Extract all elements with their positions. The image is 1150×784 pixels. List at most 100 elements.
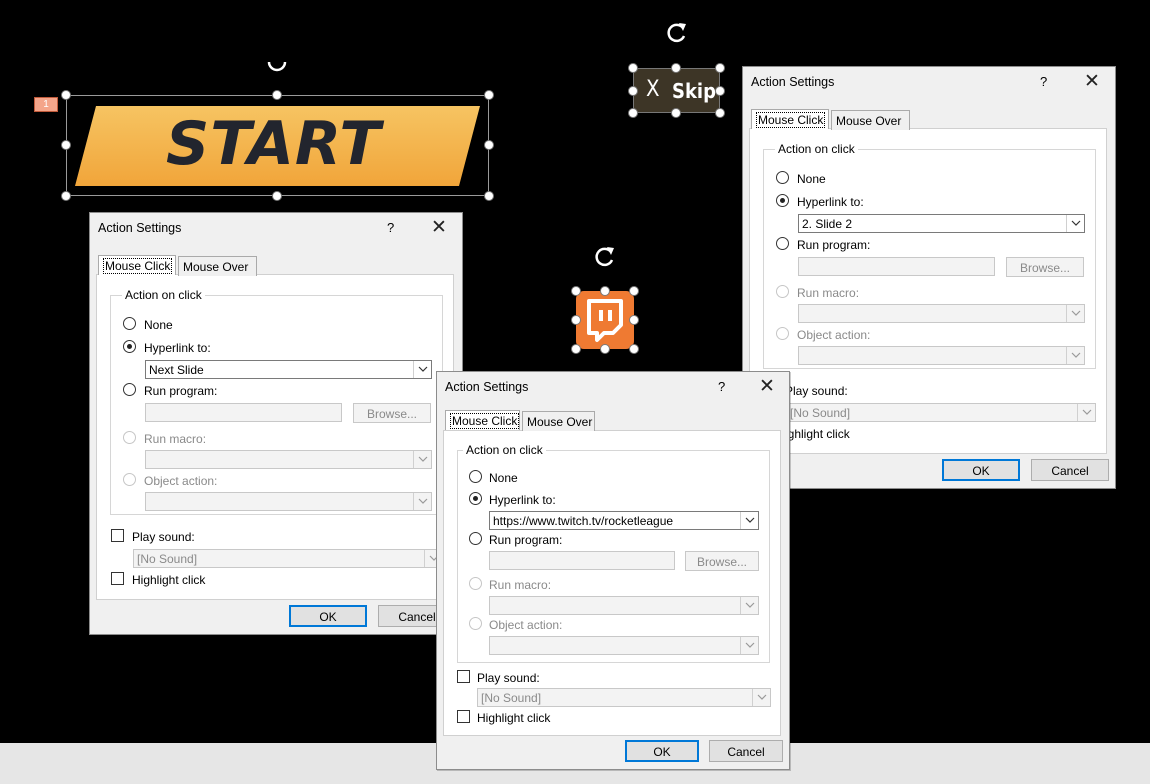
macro-select[interactable] — [489, 596, 759, 615]
resize-handle[interactable] — [272, 90, 282, 100]
help-button[interactable]: ? — [387, 220, 394, 235]
rotate-handle-icon[interactable] — [592, 244, 618, 270]
chevron-down-icon[interactable] — [740, 597, 758, 614]
hyperlink-select[interactable]: Next Slide — [145, 360, 432, 379]
ok-button[interactable]: OK — [289, 605, 367, 627]
tab-mouse-click[interactable]: Mouse Click — [751, 109, 829, 129]
resize-handle[interactable] — [671, 63, 681, 73]
chevron-down-icon[interactable] — [1066, 347, 1084, 364]
resize-handle[interactable] — [629, 344, 639, 354]
program-path-input[interactable] — [145, 403, 342, 422]
sound-select[interactable]: [No Sound] — [786, 403, 1096, 422]
tab-mouse-over[interactable]: Mouse Over — [522, 411, 595, 431]
resize-handle[interactable] — [600, 344, 610, 354]
resize-handle[interactable] — [715, 63, 725, 73]
sound-select[interactable]: [No Sound] — [477, 688, 771, 707]
resize-handle[interactable] — [571, 344, 581, 354]
help-button[interactable]: ? — [718, 379, 725, 394]
object-action-select[interactable] — [798, 346, 1085, 365]
resize-handle[interactable] — [671, 108, 681, 118]
selection-frame — [66, 95, 489, 196]
play-sound-checkbox[interactable] — [457, 670, 470, 683]
tab-mouse-click[interactable]: Mouse Click — [445, 410, 520, 430]
label-highlight-click: Highlight click — [477, 711, 551, 725]
resize-handle[interactable] — [571, 286, 581, 296]
resize-handle[interactable] — [484, 191, 494, 201]
resize-handle[interactable] — [61, 140, 71, 150]
resize-handle[interactable] — [629, 286, 639, 296]
close-icon[interactable]: ✕ — [759, 375, 775, 398]
cancel-button[interactable]: Cancel — [1031, 459, 1109, 481]
browse-button[interactable]: Browse... — [1006, 257, 1084, 277]
program-path-input[interactable] — [798, 257, 995, 276]
chevron-down-icon[interactable] — [413, 493, 431, 510]
radio-none[interactable] — [123, 317, 136, 330]
radio-hyperlink[interactable] — [469, 492, 482, 505]
radio-run-program[interactable] — [123, 383, 136, 396]
sound-value: [No Sound] — [481, 691, 542, 705]
ok-button[interactable]: OK — [942, 459, 1020, 481]
resize-handle[interactable] — [484, 140, 494, 150]
chevron-down-icon[interactable] — [1066, 305, 1084, 322]
close-icon[interactable]: ✕ — [1084, 70, 1100, 93]
browse-button[interactable]: Browse... — [685, 551, 759, 571]
cancel-button[interactable]: Cancel — [709, 740, 783, 762]
radio-object-action[interactable] — [123, 473, 136, 486]
chevron-down-icon[interactable] — [413, 361, 431, 378]
resize-handle[interactable] — [61, 191, 71, 201]
resize-handle[interactable] — [600, 286, 610, 296]
tab-mouse-over[interactable]: Mouse Over — [178, 256, 257, 276]
ok-button[interactable]: OK — [625, 740, 699, 762]
object-action-select[interactable] — [145, 492, 432, 511]
hyperlink-select[interactable]: 2. Slide 2 — [798, 214, 1085, 233]
skip-button-shape[interactable]: X Skip — [633, 68, 720, 113]
resize-handle[interactable] — [715, 108, 725, 118]
radio-object-action[interactable] — [469, 617, 482, 630]
highlight-click-checkbox[interactable] — [111, 572, 124, 585]
radio-hyperlink[interactable] — [123, 340, 136, 353]
chevron-down-icon[interactable] — [752, 689, 770, 706]
program-path-input[interactable] — [489, 551, 675, 570]
tab-mouse-over[interactable]: Mouse Over — [831, 110, 910, 130]
rotate-handle-icon[interactable] — [664, 20, 690, 46]
sound-select[interactable]: [No Sound] — [133, 549, 443, 568]
radio-none[interactable] — [469, 470, 482, 483]
radio-run-macro[interactable] — [776, 285, 789, 298]
resize-handle[interactable] — [571, 315, 581, 325]
tab-mouse-click[interactable]: Mouse Click — [98, 255, 176, 275]
browse-button[interactable]: Browse... — [353, 403, 431, 423]
rotate-handle-icon[interactable] — [264, 62, 290, 76]
radio-run-program[interactable] — [776, 237, 789, 250]
label-object-action: Object action: — [797, 328, 871, 342]
twitch-logo-shape[interactable] — [576, 291, 634, 349]
resize-handle[interactable] — [628, 108, 638, 118]
resize-handle[interactable] — [628, 86, 638, 96]
chevron-down-icon[interactable] — [1066, 215, 1084, 232]
label-run-macro: Run macro: — [489, 578, 552, 592]
object-action-select[interactable] — [489, 636, 759, 655]
chevron-down-icon[interactable] — [740, 637, 758, 654]
resize-handle[interactable] — [272, 191, 282, 201]
resize-handle[interactable] — [629, 315, 639, 325]
radio-object-action[interactable] — [776, 327, 789, 340]
resize-handle[interactable] — [715, 86, 725, 96]
group-label: Action on click — [775, 142, 858, 156]
radio-run-macro[interactable] — [469, 577, 482, 590]
highlight-click-checkbox[interactable] — [457, 710, 470, 723]
radio-run-macro[interactable] — [123, 431, 136, 444]
help-button[interactable]: ? — [1040, 74, 1047, 89]
macro-select[interactable] — [798, 304, 1085, 323]
resize-handle[interactable] — [628, 63, 638, 73]
chevron-down-icon[interactable] — [740, 512, 758, 529]
radio-hyperlink[interactable] — [776, 194, 789, 207]
macro-select[interactable] — [145, 450, 432, 469]
play-sound-checkbox[interactable] — [111, 529, 124, 542]
radio-run-program[interactable] — [469, 532, 482, 545]
resize-handle[interactable] — [484, 90, 494, 100]
close-icon[interactable]: ✕ — [431, 216, 447, 239]
chevron-down-icon[interactable] — [413, 451, 431, 468]
radio-none[interactable] — [776, 171, 789, 184]
hyperlink-select[interactable]: https://www.twitch.tv/rocketleague — [489, 511, 759, 530]
resize-handle[interactable] — [61, 90, 71, 100]
chevron-down-icon[interactable] — [1077, 404, 1095, 421]
